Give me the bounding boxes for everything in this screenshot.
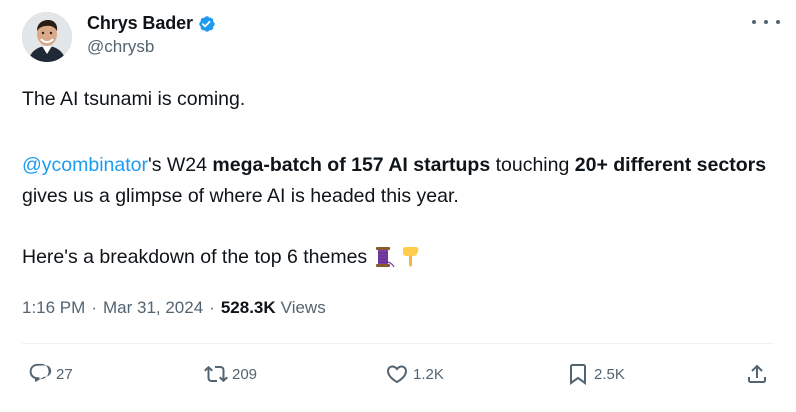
bookmark-icon bbox=[570, 364, 586, 385]
repost-count: 209 bbox=[232, 365, 258, 383]
repost-button[interactable]: 209 bbox=[204, 362, 257, 386]
separator: · bbox=[209, 298, 215, 317]
divider bbox=[22, 343, 774, 344]
author-name-row: Chrys Bader bbox=[87, 13, 217, 34]
more-options-icon[interactable] bbox=[752, 12, 780, 32]
mention-link[interactable]: @ycombinator bbox=[22, 154, 148, 176]
tweet-bold-segment: 20+ different sectors bbox=[574, 154, 767, 176]
tweet-line-1: The AI tsunami is coming. bbox=[22, 88, 246, 110]
author-display-name[interactable]: Chrys Bader bbox=[87, 13, 193, 34]
tweet-paragraph-2: @ycombinator's W24 mega-batch of 157 AI … bbox=[22, 150, 782, 212]
tweet-card: Chrys Bader @chrysb The AI tsunami is co… bbox=[0, 0, 796, 412]
tweet-date[interactable]: Mar 31, 2024 bbox=[103, 298, 203, 318]
tweet-meta: 1:16 PM · Mar 31, 2024 · 528.3K Views bbox=[22, 298, 326, 318]
verified-badge-icon[interactable] bbox=[197, 14, 217, 34]
views-count[interactable]: 528.3K bbox=[221, 298, 276, 318]
avatar[interactable] bbox=[22, 12, 72, 62]
views-label[interactable]: Views bbox=[281, 298, 326, 318]
tweet-text-segment: gives us a glimpse of where AI is headed… bbox=[22, 185, 459, 207]
author-handle[interactable]: @chrysb bbox=[87, 37, 154, 57]
reply-icon bbox=[29, 363, 52, 382]
tweet-line-3-text: Here's a breakdown of the top 6 themes bbox=[22, 245, 368, 268]
heart-icon bbox=[386, 365, 408, 384]
tweet-text-segment: 's W24 bbox=[148, 154, 213, 176]
reply-count: 27 bbox=[56, 365, 73, 383]
pointing-down-icon bbox=[399, 245, 423, 269]
share-icon bbox=[748, 364, 766, 383]
action-bar: 27 209 1.2K 2.5K bbox=[0, 362, 796, 392]
tweet-bold-segment: mega-batch of 157 AI startups bbox=[212, 154, 491, 176]
tweet-time[interactable]: 1:16 PM bbox=[22, 298, 85, 318]
bookmark-button[interactable]: 2.5K bbox=[566, 362, 625, 386]
bookmark-count: 2.5K bbox=[594, 365, 625, 383]
tweet-text-segment: touching bbox=[490, 154, 575, 176]
thread-icon bbox=[371, 245, 395, 269]
like-count: 1.2K bbox=[413, 365, 444, 383]
tweet-line-3: Here's a breakdown of the top 6 themes bbox=[22, 245, 423, 269]
repost-icon bbox=[204, 365, 228, 383]
separator: · bbox=[91, 298, 97, 317]
like-button[interactable]: 1.2K bbox=[385, 362, 444, 386]
share-button[interactable] bbox=[745, 362, 769, 386]
reply-button[interactable]: 27 bbox=[28, 362, 73, 386]
avatar-image bbox=[22, 12, 72, 62]
